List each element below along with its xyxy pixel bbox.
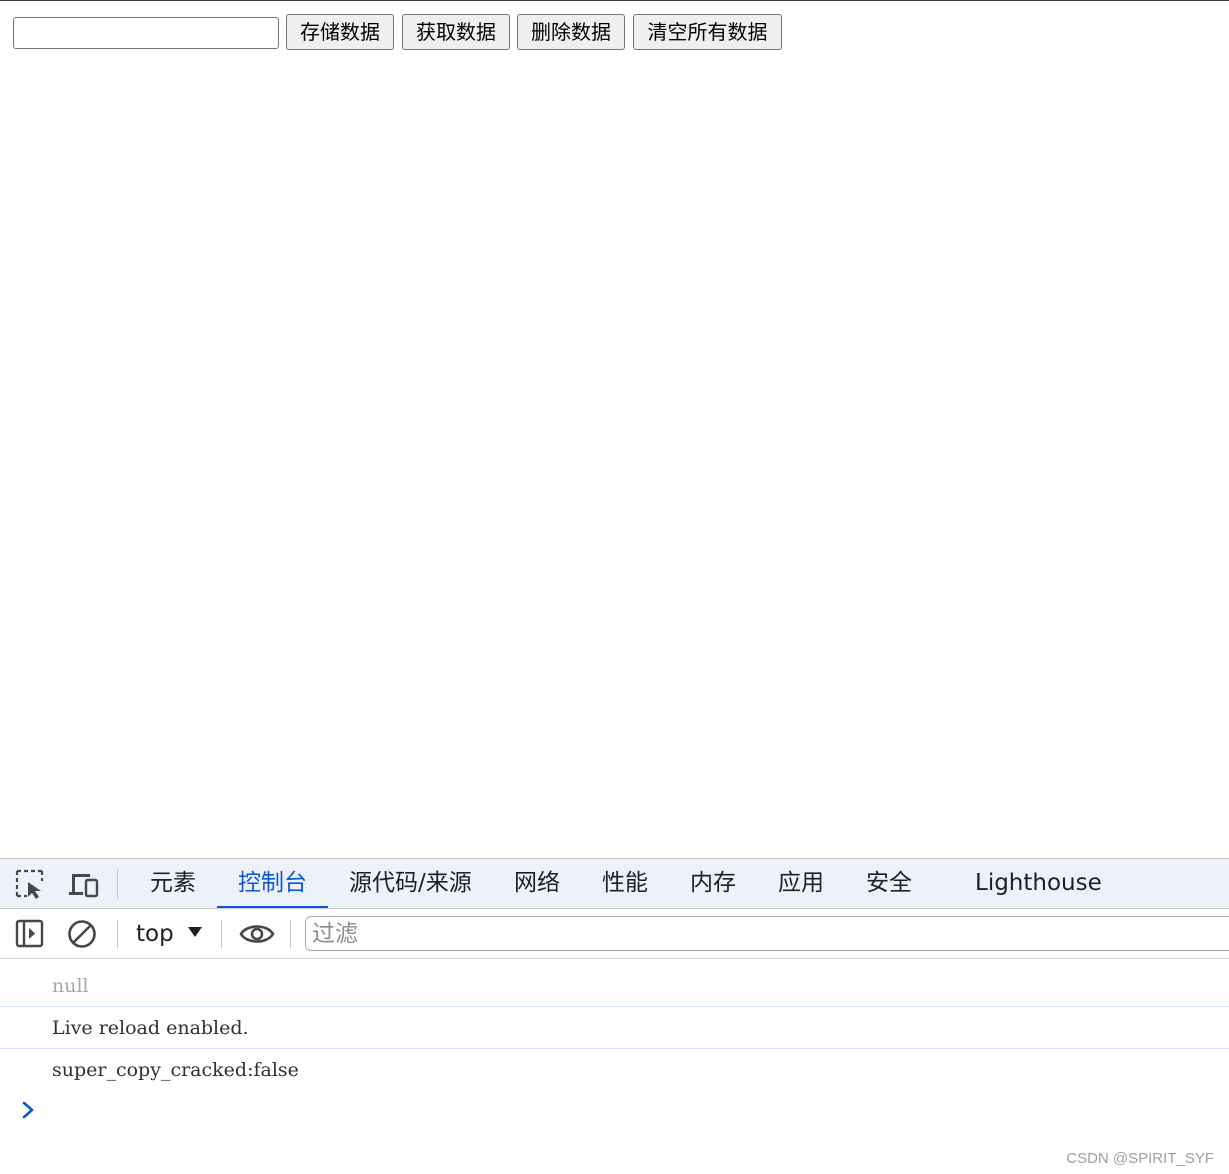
toolbar-separator xyxy=(221,920,222,948)
console-message-text: Live reload enabled. xyxy=(52,1017,249,1039)
show-sidebar-icon[interactable] xyxy=(13,917,47,951)
tab-bar-separator xyxy=(117,869,118,899)
data-input[interactable] xyxy=(13,17,279,49)
console-message-text: null xyxy=(52,975,89,997)
device-toolbar-icon[interactable] xyxy=(66,867,100,901)
tab-security[interactable]: 安全 xyxy=(866,859,912,908)
context-selector[interactable]: top xyxy=(128,914,210,954)
chevron-right-icon[interactable] xyxy=(18,1098,38,1122)
tab-application[interactable]: 应用 xyxy=(778,859,824,908)
console-toolbar: top xyxy=(0,909,1229,959)
window-top-border xyxy=(0,0,1229,1)
console-message-text: super_copy_cracked:false xyxy=(52,1059,299,1081)
toolbar-separator xyxy=(117,920,118,948)
tab-performance[interactable]: 性能 xyxy=(602,859,648,908)
console-message: super_copy_cracked:false xyxy=(0,1049,1229,1091)
tab-elements[interactable]: 元素 xyxy=(150,859,196,908)
chevron-down-icon xyxy=(187,926,202,937)
tab-console[interactable]: 控制台 xyxy=(238,859,307,908)
tab-network[interactable]: 网络 xyxy=(514,859,560,908)
console-messages: null Live reload enabled. super_copy_cra… xyxy=(0,959,1229,1174)
tab-lighthouse[interactable]: Lighthouse xyxy=(975,859,1102,908)
devtools-panel: 元素 控制台 源代码/来源 网络 性能 内存 应用 安全 Lighthouse … xyxy=(0,858,1229,1174)
context-selector-value: top xyxy=(136,921,174,947)
tab-sources[interactable]: 源代码/来源 xyxy=(349,859,472,908)
delete-data-button[interactable]: 删除数据 xyxy=(517,14,625,50)
clear-all-data-button[interactable]: 清空所有数据 xyxy=(633,14,782,50)
devtools-tab-bar: 元素 控制台 源代码/来源 网络 性能 内存 应用 安全 Lighthouse xyxy=(0,858,1229,909)
get-data-button[interactable]: 获取数据 xyxy=(402,14,510,50)
inspect-element-icon[interactable] xyxy=(13,867,47,901)
eye-icon[interactable] xyxy=(239,917,275,951)
active-tab-indicator xyxy=(217,906,328,908)
toolbar-separator xyxy=(290,920,291,948)
store-data-button[interactable]: 存储数据 xyxy=(286,14,394,50)
watermark: CSDN @SPIRIT_SYF xyxy=(1066,1150,1214,1167)
console-filter-input[interactable] xyxy=(305,916,1229,951)
clear-console-icon[interactable] xyxy=(65,917,99,951)
tab-memory[interactable]: 内存 xyxy=(690,859,736,908)
console-message: Live reload enabled. xyxy=(0,1007,1229,1049)
console-message: null xyxy=(0,965,1229,1007)
